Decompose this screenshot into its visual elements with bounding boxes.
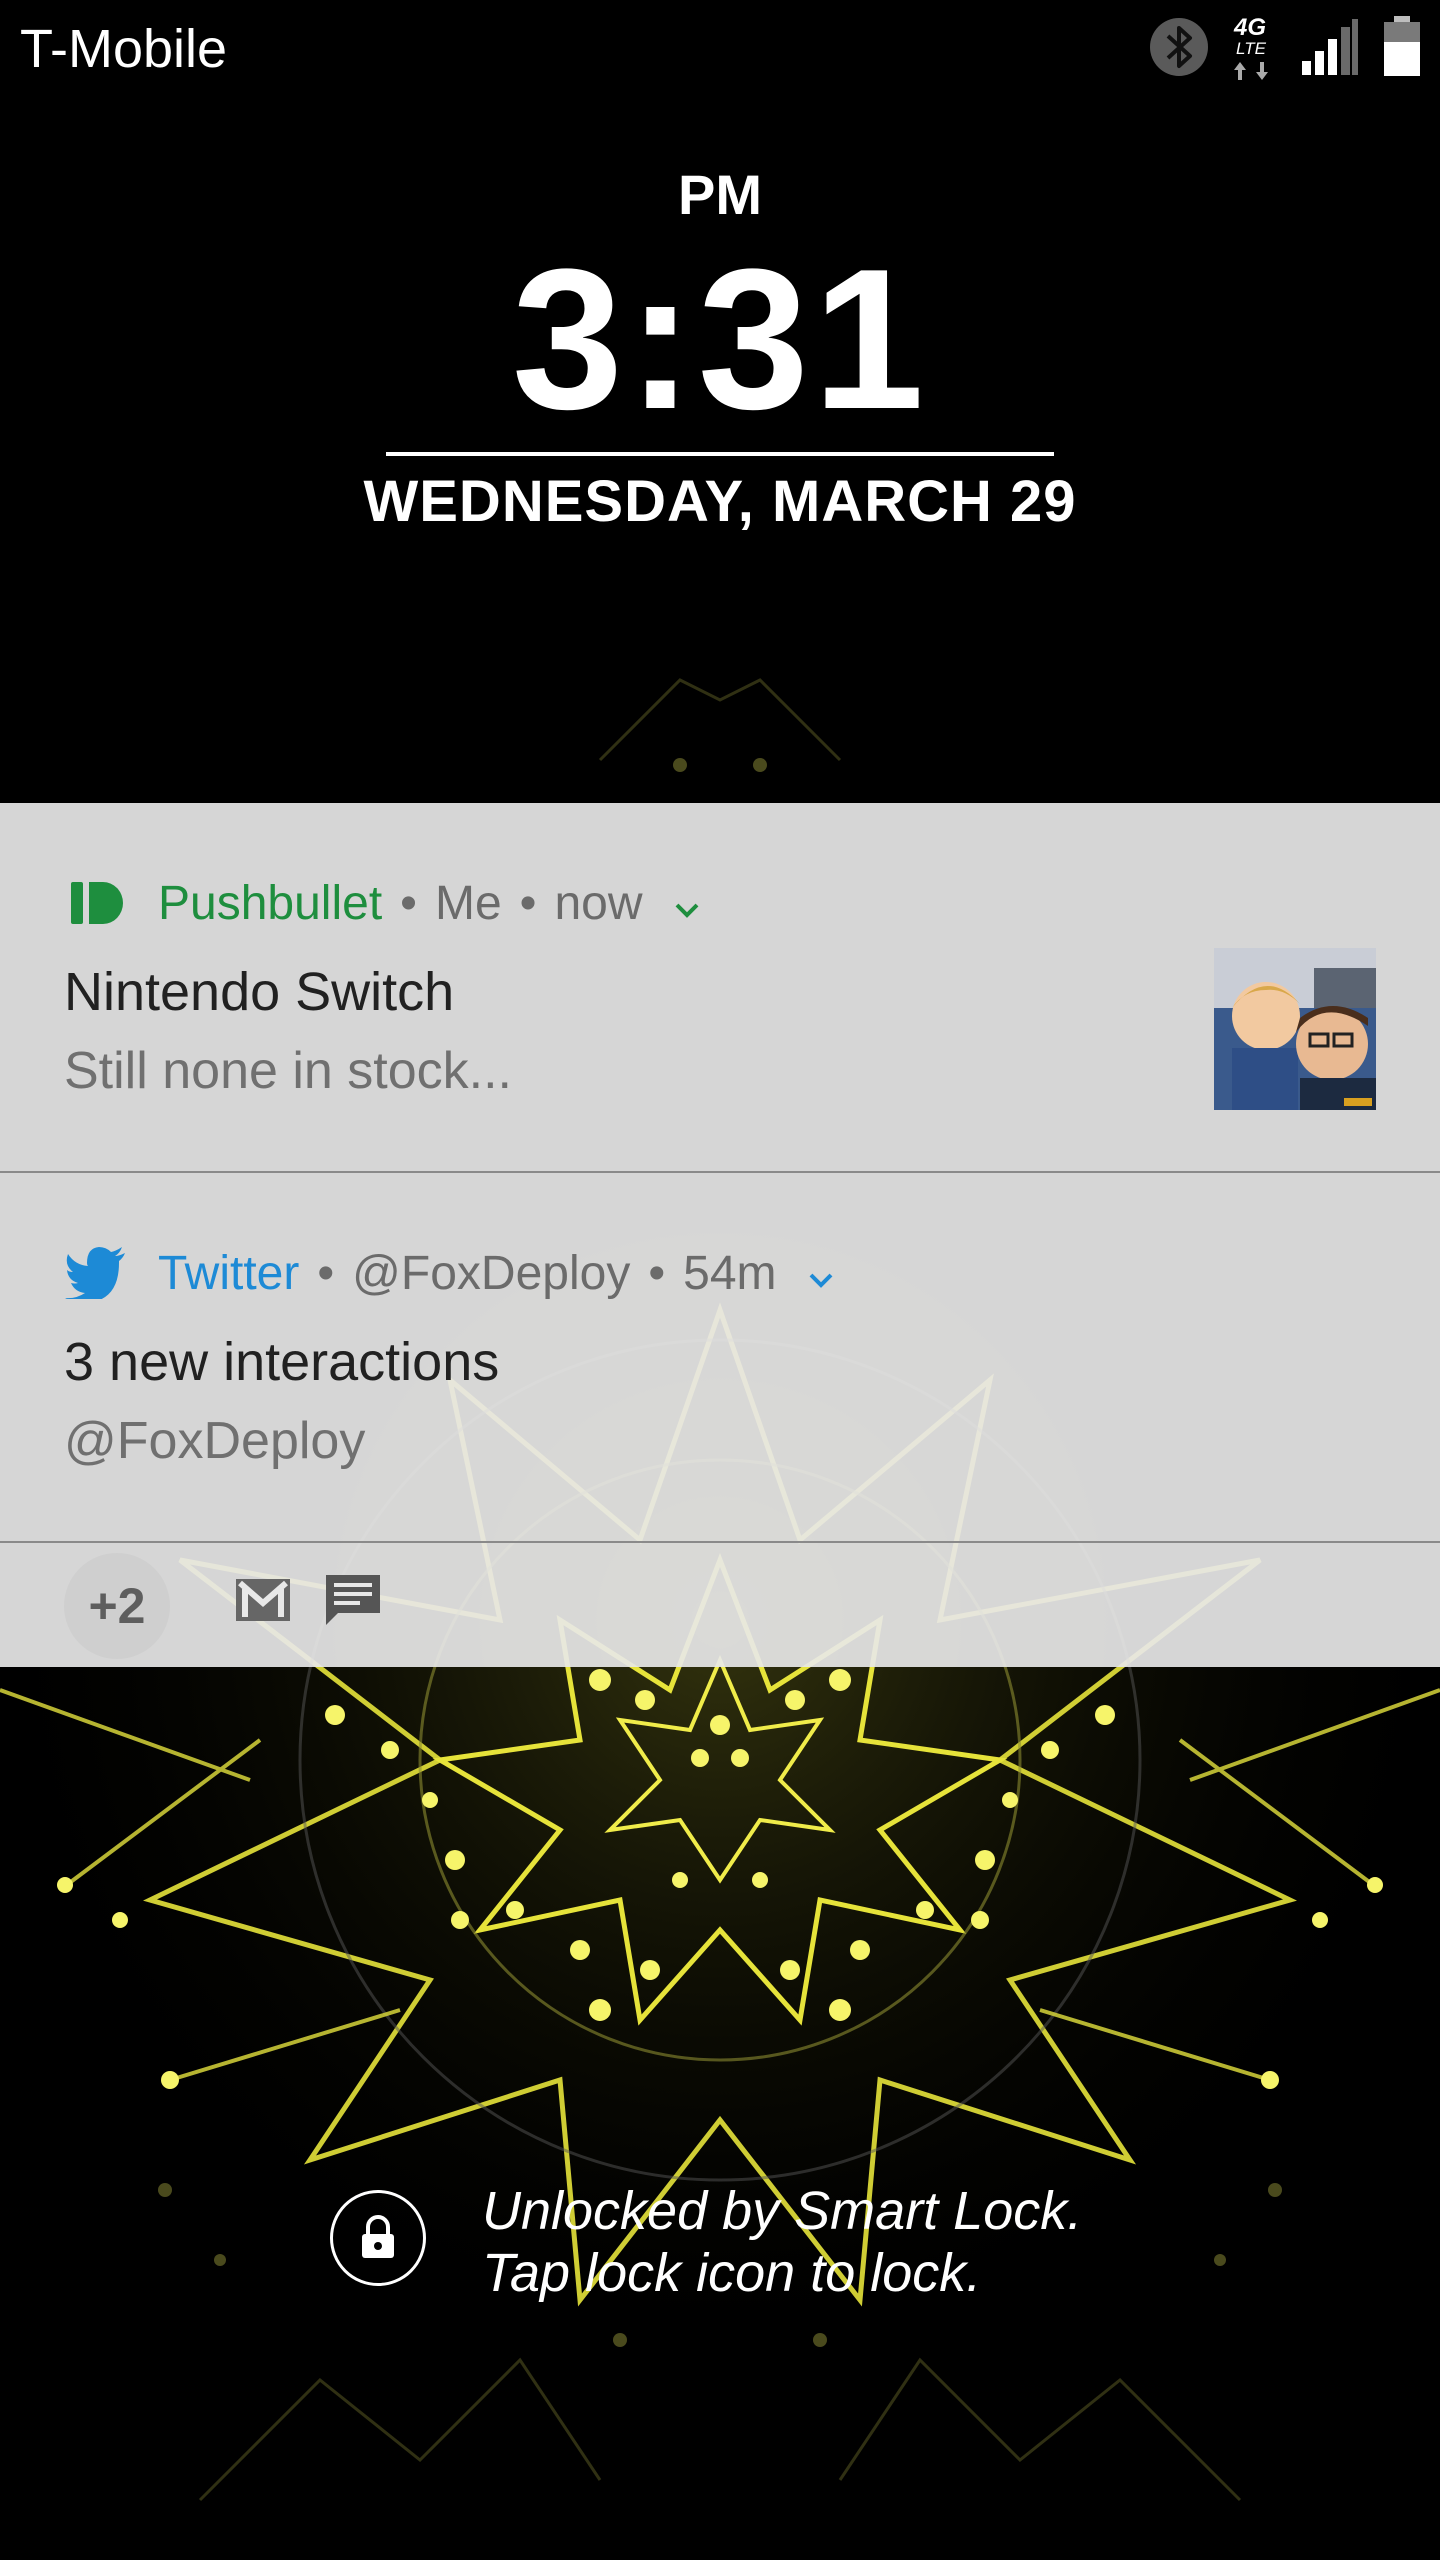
header-separator: •	[519, 876, 537, 930]
notification-time: now	[554, 876, 643, 930]
notification-time: 54m	[683, 1246, 777, 1300]
smart-lock-message: Unlocked by Smart Lock. Tap lock icon to…	[482, 2180, 1082, 2304]
smart-lock-line1: Unlocked by Smart Lock.	[482, 2181, 1083, 2241]
smart-lock-button[interactable]	[330, 2190, 426, 2286]
notification-twitter[interactable]: Twitter • @FoxDeploy • 54m 3 new interac…	[0, 1173, 1440, 1543]
twitter-bird-icon	[64, 1241, 128, 1305]
notification-header: Twitter • @FoxDeploy • 54m	[64, 1241, 839, 1305]
notification-app-name: Pushbullet	[158, 876, 383, 930]
status-icons: 4G LTE	[1148, 14, 1422, 84]
battery-icon	[1382, 15, 1422, 83]
network-lte-label: LTE	[1236, 39, 1266, 58]
expand-chevron-icon[interactable]	[669, 885, 705, 921]
notification-app-name: Twitter	[158, 1246, 300, 1300]
lockscreen-clock: PM 3:31 WEDNESDAY, MARCH 29	[0, 160, 1440, 542]
notification-body: Still none in stock...	[64, 1042, 512, 1100]
notification-shade: Pushbullet • Me • now Nintendo Switch St…	[0, 803, 1440, 1667]
lock-icon	[362, 2215, 394, 2258]
clock-date: WEDNESDAY, MARCH 29	[363, 469, 1077, 534]
header-separator: •	[400, 876, 417, 930]
clock-ampm: PM	[678, 163, 762, 226]
notification-title: 3 new interactions	[64, 1332, 500, 1392]
clock-divider	[386, 452, 1054, 456]
status-bar: T-Mobile 4G LTE	[0, 0, 1440, 100]
messages-icon	[326, 1575, 380, 1625]
bluetooth-icon	[1148, 16, 1210, 83]
network-type-label: 4G	[1234, 14, 1267, 41]
smart-lock-line2: Tap lock icon to lock.	[482, 2243, 982, 2303]
notification-overflow-row[interactable]: +2	[0, 1543, 1440, 1667]
notification-pushbullet[interactable]: Pushbullet • Me • now Nintendo Switch St…	[0, 803, 1440, 1173]
header-separator: •	[317, 1246, 335, 1300]
notification-sender: @FoxDeploy	[352, 1246, 631, 1300]
header-separator: •	[648, 1246, 666, 1300]
notification-body: @FoxDeploy	[64, 1412, 366, 1470]
notification-sender: Me	[434, 876, 502, 930]
cell-signal-icon	[1300, 17, 1360, 82]
pushbullet-icon	[64, 871, 128, 935]
expand-chevron-icon[interactable]	[803, 1255, 839, 1291]
sender-avatar-thumbnail	[1214, 948, 1376, 1110]
carrier-name: T-Mobile	[20, 19, 228, 79]
notification-title: Nintendo Switch	[64, 962, 455, 1022]
lte-data-icon: 4G LTE	[1232, 16, 1278, 82]
gmail-icon	[236, 1579, 290, 1621]
clock-time: 3:31	[511, 228, 929, 451]
notification-header: Pushbullet • Me • now	[64, 871, 705, 935]
more-notifications-count[interactable]: +2	[64, 1553, 170, 1659]
